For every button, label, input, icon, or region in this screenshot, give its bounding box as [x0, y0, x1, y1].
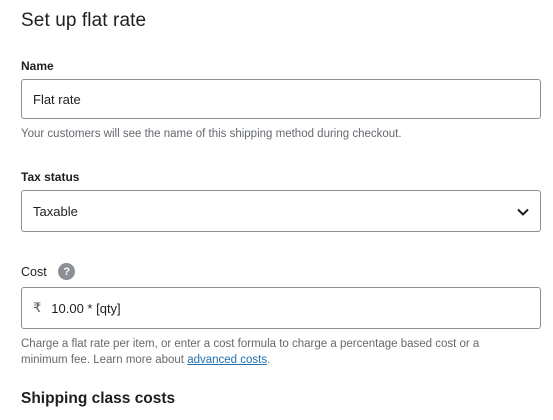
cost-label-row: Cost ?	[21, 263, 76, 281]
tax-status-label: Tax status	[21, 170, 80, 184]
tax-status-value: Taxable	[33, 203, 78, 219]
cost-label: Cost	[21, 264, 47, 279]
name-field[interactable]: Flat rate	[21, 79, 541, 119]
advanced-costs-link[interactable]: advanced costs	[187, 354, 267, 366]
help-icon[interactable]: ?	[58, 263, 76, 280]
chevron-down-icon	[517, 208, 529, 216]
name-help-text: Your customers will see the name of this…	[21, 128, 402, 140]
tax-status-select[interactable]: Taxable	[21, 190, 541, 232]
name-label: Name	[21, 59, 54, 73]
cost-help-text: Charge a flat rate per item, or enter a …	[21, 336, 521, 368]
page-title: Set up flat rate	[21, 10, 147, 31]
cost-field[interactable]: ₹ 10.00 * [qty]	[21, 287, 541, 329]
currency-symbol: ₹	[33, 300, 42, 315]
name-value: Flat rate	[33, 91, 81, 107]
cost-value: 10.00 * [qty]	[51, 300, 121, 316]
shipping-class-costs-heading: Shipping class costs	[21, 390, 176, 407]
cost-help-suffix: .	[267, 354, 271, 366]
